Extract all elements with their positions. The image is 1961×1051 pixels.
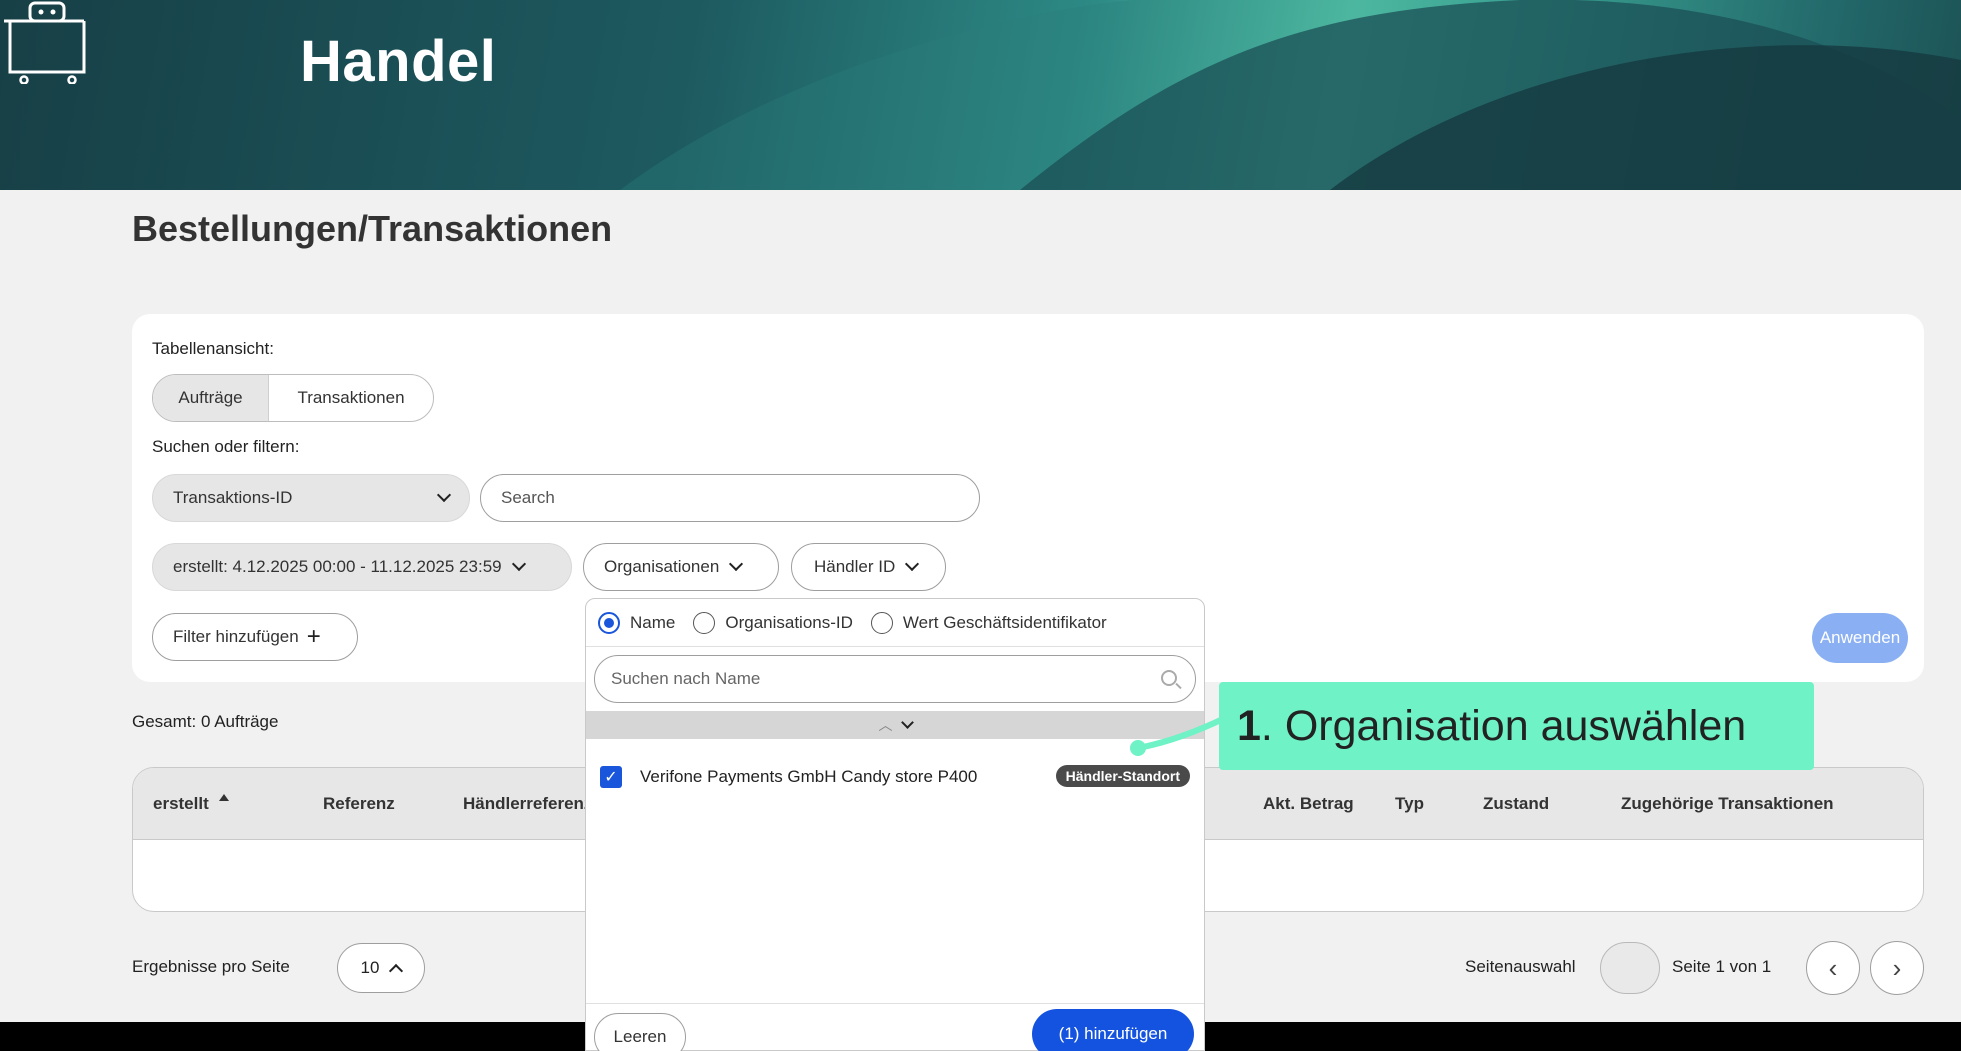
column-header-erstellt[interactable]: erstellt <box>153 794 229 814</box>
location-type-badge: Händler-Standort <box>1055 765 1190 787</box>
column-header-haendlerreferenz[interactable]: Händlerreferenz <box>463 794 592 814</box>
radio-unselected-icon <box>693 611 716 634</box>
merchant-id-filter-label: Händler ID <box>814 557 896 576</box>
tab-auftraege[interactable]: Aufträge <box>153 375 269 421</box>
column-header-zustand[interactable]: Zustand <box>1483 794 1549 814</box>
radio-organisations-id-label: Organisations-ID <box>725 612 853 632</box>
radio-name-label: Name <box>630 612 676 632</box>
apply-button[interactable]: Anwenden <box>1812 613 1908 663</box>
radio-wert-label: Wert Geschäftsidentifikator <box>902 612 1107 632</box>
sort-toggle[interactable]: ︿ <box>586 711 1204 739</box>
chevron-right-icon: › <box>1892 952 1902 983</box>
radio-selected-icon <box>598 611 620 634</box>
banner-wave-graphic <box>620 0 1961 190</box>
org-search-input[interactable]: Suchen nach Name <box>594 655 1196 703</box>
cart-icon <box>4 1 86 84</box>
list-item[interactable]: ✓ Verifone Payments GmbH Candy store P40… <box>600 759 1190 795</box>
add-filter-button[interactable]: Filter hinzufügen + <box>152 613 358 661</box>
org-filter-dropdown: Name Organisations-ID Wert Geschäftsiden… <box>585 598 1205 1051</box>
sort-ascending-icon <box>218 794 229 801</box>
chevron-down-icon <box>729 556 744 572</box>
annotation-text: . Organisation auswählen <box>1260 701 1747 750</box>
checkbox-checked-icon[interactable]: ✓ <box>600 766 622 788</box>
tab-transaktionen[interactable]: Transaktionen <box>269 375 433 421</box>
per-page-select[interactable]: 10 <box>337 943 425 993</box>
per-page-value: 10 <box>360 958 380 977</box>
list-item-label: Verifone Payments GmbH Candy store P400 <box>640 767 978 786</box>
search-input-placeholder: Search <box>501 488 555 507</box>
chevron-down-icon <box>511 556 526 572</box>
page-select-label: Seitenauswahl <box>1465 957 1576 976</box>
radio-name[interactable]: Name <box>598 611 676 634</box>
chevron-down-icon <box>900 715 914 729</box>
add-filter-label: Filter hinzufügen <box>173 627 299 646</box>
chevron-down-icon <box>905 556 920 572</box>
dropdown-footer-divider <box>586 1003 1204 1004</box>
radio-organisations-id[interactable]: Organisations-ID <box>693 611 853 634</box>
org-filter-label: Organisationen <box>604 557 720 576</box>
page-number-input[interactable] <box>1600 942 1660 994</box>
page-title: Bestellungen/Transaktionen <box>132 208 613 249</box>
chevron-up-icon: ︿ <box>878 717 893 733</box>
org-filter[interactable]: Organisationen <box>583 543 779 591</box>
page-of-label: Seite 1 von 1 <box>1672 957 1772 976</box>
column-header-zugehoerige-transaktionen[interactable]: Zugehörige Transaktionen <box>1621 794 1834 814</box>
search-input[interactable]: Search <box>480 474 980 522</box>
search-icon <box>1161 670 1177 686</box>
search-field-select[interactable]: Transaktions-ID <box>152 474 470 522</box>
merchant-id-filter[interactable]: Händler ID <box>791 543 946 591</box>
table-view-toggle: Aufträge Transaktionen <box>152 374 434 422</box>
app-title: Handel <box>300 29 497 94</box>
annotation-number: 1 <box>1237 701 1261 750</box>
header-banner: Handel <box>0 0 1961 190</box>
clear-button[interactable]: Leeren <box>594 1013 686 1051</box>
next-page-button[interactable]: › <box>1870 941 1924 995</box>
search-field-select-value: Transaktions-ID <box>173 488 293 507</box>
search-mode-radio-group: Name Organisations-ID Wert Geschäftsiden… <box>586 599 1204 647</box>
chevron-down-icon <box>436 487 452 503</box>
column-header-akt-betrag[interactable]: Akt. Betrag <box>1263 794 1354 814</box>
date-filter-label: erstellt: 4.12.2025 00:00 - 11.12.2025 2… <box>173 557 502 576</box>
search-filter-label: Suchen oder filtern: <box>152 437 300 456</box>
annotation-callout: 1. Organisation auswählen <box>1219 682 1814 770</box>
column-header-label: erstellt <box>153 794 209 813</box>
org-search-placeholder: Suchen nach Name <box>611 669 761 688</box>
column-header-referenz[interactable]: Referenz <box>323 794 395 814</box>
table-view-label: Tabellenansicht: <box>152 339 274 358</box>
radio-unselected-icon <box>870 611 893 634</box>
per-page-label: Ergebnisse pro Seite <box>132 957 290 976</box>
total-count: Gesamt: 0 Aufträge <box>132 712 279 731</box>
chevron-left-icon: ‹ <box>1828 952 1838 983</box>
chevron-up-icon <box>389 963 404 979</box>
radio-wert-geschaeftsidentifikator[interactable]: Wert Geschäftsidentifikator <box>870 611 1107 634</box>
add-selected-button[interactable]: (1) hinzufügen <box>1032 1009 1194 1051</box>
previous-page-button[interactable]: ‹ <box>1806 941 1860 995</box>
date-filter[interactable]: erstellt: 4.12.2025 00:00 - 11.12.2025 2… <box>152 543 572 591</box>
column-header-typ[interactable]: Typ <box>1395 794 1424 814</box>
plus-icon: + <box>306 623 321 650</box>
